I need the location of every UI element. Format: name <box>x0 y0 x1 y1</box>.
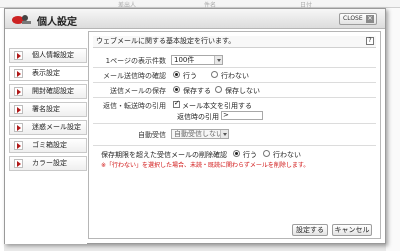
quote-label: 返信・転送時の引用 <box>103 102 166 110</box>
sidebar-item-signature[interactable]: 署名設定 <box>9 102 87 117</box>
delete-confirm-no-radio[interactable] <box>263 150 270 157</box>
page-size-select[interactable]: 100件 <box>171 55 223 65</box>
sidebar-item-display[interactable]: 表示設定 <box>9 66 89 81</box>
quote-mark-value: > <box>223 111 229 119</box>
close-icon: ✕ <box>366 15 374 23</box>
chevron-down-icon <box>220 130 228 138</box>
quote-mark-input[interactable]: > <box>221 111 263 120</box>
auto-receive-value: 自動受信しない <box>174 130 223 138</box>
quote-checkbox[interactable] <box>173 99 180 108</box>
sidebar-item-spam[interactable]: 迷惑メール設定 <box>9 120 87 135</box>
sidebar-item-trash[interactable]: ゴミ箱設定 <box>9 138 87 153</box>
settings-user-icon <box>12 15 31 24</box>
delete-confirm-yes-label: 行う <box>243 151 257 159</box>
background-scrollbar[interactable] <box>386 8 400 251</box>
cancel-button[interactable]: キャンセル <box>332 224 372 236</box>
row-send-confirm: メール送信時の確認 行う 行わない <box>93 68 376 83</box>
arrow-right-icon <box>14 141 23 150</box>
sidebar-item-label: ゴミ箱設定 <box>32 141 67 149</box>
sidebar-item-label: 迷惑メール設定 <box>32 123 81 131</box>
chevron-down-icon <box>214 56 222 64</box>
row-save-sent: 送信メールの保存 保存する 保存しない <box>93 83 376 98</box>
sidebar-item-label: 表示設定 <box>32 69 60 77</box>
panel-heading-text: ウェブメールに関する基本設定を行います。 <box>96 37 236 45</box>
help-icon[interactable]: ? <box>366 37 374 45</box>
send-confirm-label: メール送信時の確認 <box>103 72 166 80</box>
arrow-right-icon <box>14 51 23 60</box>
sidebar-item-label: 開封確認設定 <box>32 87 74 95</box>
save-button-label: 設定する <box>296 226 324 234</box>
arrow-right-icon <box>14 105 23 114</box>
panel-heading: ウェブメールに関する基本設定を行います。 ? <box>93 36 376 48</box>
sidebar-item-personal-info[interactable]: 個人情報設定 <box>9 48 87 63</box>
close-button[interactable]: CLOSE ✕ <box>339 13 377 25</box>
arrow-right-icon <box>14 123 23 132</box>
background-header: 差出人 件名 日付 <box>0 0 400 9</box>
quote-mark-label: 返信時の引用 <box>177 113 219 121</box>
sidebar-item-read-receipt[interactable]: 開封確認設定 <box>9 84 87 99</box>
row-delete-confirm: 保存期限を超えた受信メールの削除確認 行う 行わない ※「行わない」を選択した場… <box>93 146 376 170</box>
display-settings-panel: ウェブメールに関する基本設定を行います。 ? 1ページの表示件数 100件 メー… <box>88 31 381 239</box>
save-button[interactable]: 設定する <box>292 224 328 236</box>
row-auto-receive: 自動受信 自動受信しない <box>93 124 376 146</box>
delete-confirm-no-label: 行わない <box>273 151 301 159</box>
close-label: CLOSE <box>343 15 363 22</box>
delete-confirm-yes-radio[interactable] <box>233 150 240 157</box>
save-sent-yes-label: 保存する <box>183 87 211 95</box>
dialog-titlebar[interactable]: 個人設定 CLOSE ✕ <box>5 9 385 29</box>
sidebar-item-label: 署名設定 <box>32 105 60 113</box>
auto-receive-select[interactable]: 自動受信しない <box>171 129 229 139</box>
delete-confirm-note: ※「行わない」を選択した場合、未読・既読に関わらずメールを削除します。 <box>101 162 310 169</box>
cancel-button-label: キャンセル <box>334 226 370 234</box>
save-sent-yes-radio[interactable] <box>173 86 180 93</box>
dialog-title: 個人設定 <box>37 17 77 28</box>
save-sent-label: 送信メールの保存 <box>110 87 166 95</box>
sidebar-item-label: カラー設定 <box>32 159 67 167</box>
send-confirm-yes-radio[interactable] <box>173 71 180 78</box>
row-page-size: 1ページの表示件数 100件 <box>93 52 376 68</box>
arrow-right-icon <box>14 159 23 168</box>
send-confirm-no-label: 行わない <box>221 72 249 80</box>
page-size-label: 1ページの表示件数 <box>105 57 166 65</box>
send-confirm-yes-label: 行う <box>183 72 197 80</box>
save-sent-no-radio[interactable] <box>215 86 222 93</box>
save-sent-no-label: 保存しない <box>225 87 260 95</box>
auto-receive-label: 自動受信 <box>138 131 166 139</box>
quote-checkbox-label: メール本文を引用する <box>182 102 252 110</box>
sidebar-item-color[interactable]: カラー設定 <box>9 156 87 171</box>
settings-dialog: 個人設定 CLOSE ✕ 個人情報設定 表示設定 開封確認設定 署名設定 迷惑メ… <box>4 8 386 244</box>
arrow-right-icon <box>14 69 23 78</box>
page-size-value: 100件 <box>174 56 195 64</box>
send-confirm-no-radio[interactable] <box>211 71 218 78</box>
arrow-right-icon <box>14 87 23 96</box>
delete-confirm-label: 保存期限を超えた受信メールの削除確認 <box>101 151 227 159</box>
settings-sidebar: 個人情報設定 表示設定 開封確認設定 署名設定 迷惑メール設定 ゴミ箱設定 カラ… <box>5 29 89 244</box>
sidebar-item-label: 個人情報設定 <box>32 51 74 59</box>
row-quote: 返信・転送時の引用 メール本文を引用する 返信時の引用 > <box>93 98 376 124</box>
